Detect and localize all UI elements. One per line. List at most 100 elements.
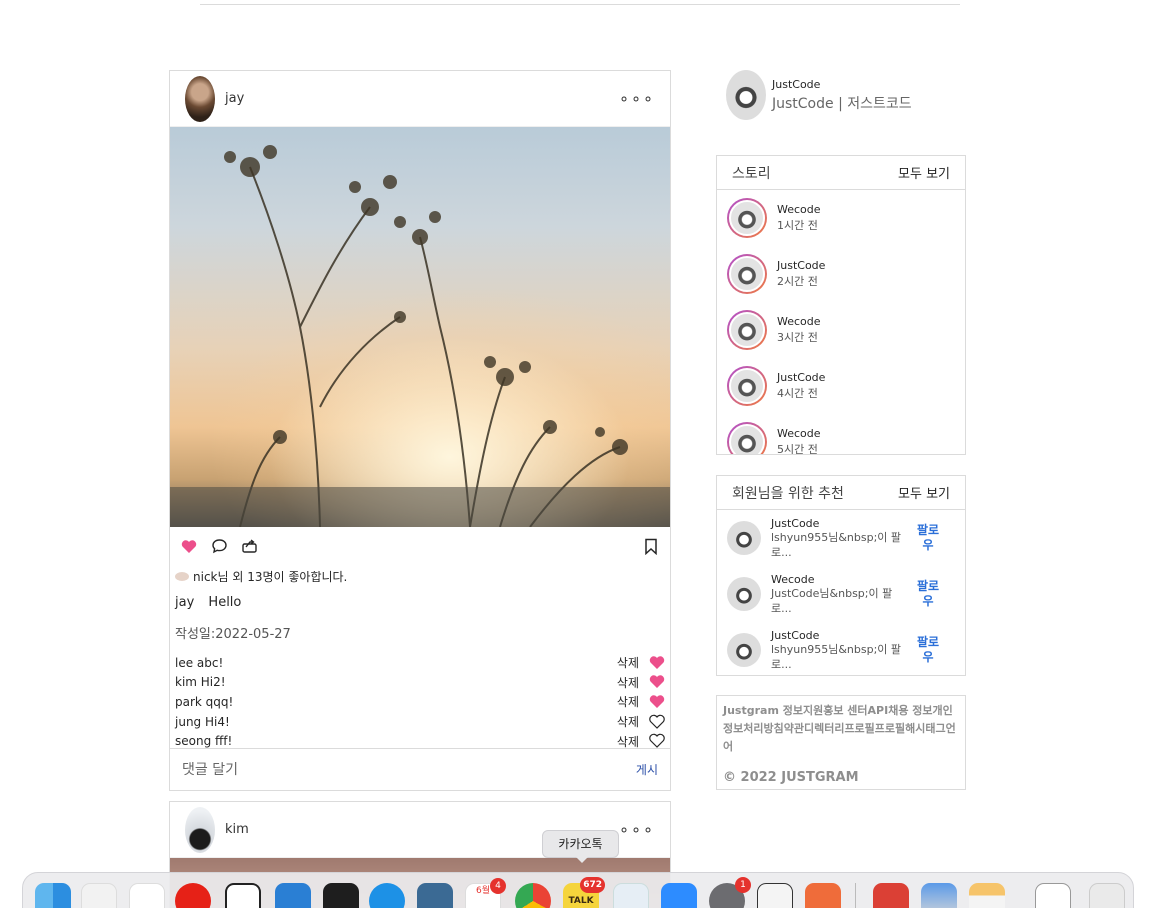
profile-text: JustCode JustCode | 저스트코드: [772, 78, 912, 113]
kakaotalk-icon[interactable]: TALK 672: [563, 877, 605, 908]
post-caption: jay Hello: [170, 587, 670, 617]
delete-comment-button[interactable]: 삭제: [617, 713, 639, 730]
story-time: 5시간 전: [777, 443, 818, 455]
downloads-folder-icon[interactable]: [1035, 883, 1071, 908]
comment-row: lee abc! 삭제: [175, 653, 665, 673]
youtube-icon[interactable]: [175, 883, 211, 908]
todoist-icon[interactable]: [873, 883, 909, 908]
postman-icon[interactable]: [805, 883, 841, 908]
rec-name[interactable]: Wecode: [771, 573, 906, 586]
recommendations-panel: 회원님을 위한 추천 모두 보기 JustCode lshyun955님&nbsp…: [716, 475, 966, 676]
macos-dock: 6월 4 TALK 672 1: [22, 872, 1134, 908]
see-all-stories-button[interactable]: 모두 보기: [898, 163, 950, 182]
likes-text[interactable]: nick님 외 13명이 좋아합니다.: [193, 568, 347, 585]
story-avatar: [727, 254, 767, 294]
avatar[interactable]: [727, 633, 761, 667]
preview-icon[interactable]: [921, 883, 957, 908]
notion-icon[interactable]: [225, 883, 261, 908]
stories-panel: 스토리 모두 보기 Wecode 1시간 전 JustCode 2시간 전 Weco…: [716, 155, 966, 455]
comment-row: kim Hi2! 삭제: [175, 673, 665, 693]
more-options-icon[interactable]: ∘∘∘: [619, 820, 655, 839]
comment-heart-filled-icon[interactable]: [649, 655, 665, 671]
post-actions: [170, 527, 670, 565]
comment-text: park qqq!: [175, 694, 234, 709]
story-name: Wecode: [777, 203, 821, 216]
launchpad-icon[interactable]: [81, 883, 117, 908]
profile-name: JustCode | 저스트코드: [772, 95, 912, 112]
see-all-recommendations-button[interactable]: 모두 보기: [898, 483, 950, 502]
post-username[interactable]: jay: [225, 91, 244, 106]
rec-name[interactable]: JustCode: [771, 629, 906, 642]
vscode-icon[interactable]: [275, 883, 311, 908]
calendar-month: 6월: [475, 886, 490, 896]
dock-divider: [855, 883, 856, 908]
comment-list: lee abc! 삭제 kim Hi2! 삭제 park qqq! 삭제 jun…: [170, 647, 670, 751]
avatar[interactable]: [185, 75, 215, 122]
follow-button[interactable]: 팔로우: [914, 579, 942, 609]
notes-icon[interactable]: [969, 883, 1005, 908]
comment-heart-filled-icon[interactable]: [649, 674, 665, 690]
comment-input[interactable]: [182, 761, 636, 778]
story-item[interactable]: Wecode 1시간 전: [717, 190, 965, 246]
calendar-badge: 4: [490, 878, 506, 894]
follow-button[interactable]: 팔로우: [914, 635, 942, 665]
likes-summary: nick님 외 13명이 좋아합니다.: [170, 565, 670, 587]
rec-desc: lshyun955님&nbsp;이 팔로...: [771, 530, 902, 559]
terminal-icon[interactable]: [323, 883, 359, 908]
delete-comment-button[interactable]: 삭제: [617, 693, 639, 710]
story-avatar: [727, 422, 767, 454]
post-username[interactable]: kim: [225, 822, 249, 837]
footer-links[interactable]: Justgram 정보지원홍보 센터API채용 정보개인정보처리방침약관디렉터리…: [723, 702, 959, 756]
delete-comment-button[interactable]: 삭제: [617, 674, 639, 691]
story-item[interactable]: Wecode 5시간 전: [717, 414, 965, 455]
avatar[interactable]: [727, 577, 761, 611]
comment-text: jung Hi4!: [175, 714, 230, 729]
system-preferences-icon[interactable]: 1: [709, 877, 751, 908]
delete-comment-button[interactable]: 삭제: [617, 654, 639, 671]
follow-button[interactable]: 팔로우: [914, 523, 942, 553]
nav-divider: [200, 4, 960, 5]
avatar[interactable]: [727, 521, 761, 555]
bookmark-icon[interactable]: [642, 537, 660, 555]
dock-tooltip: 카카오톡: [542, 830, 619, 863]
rec-name[interactable]: JustCode: [771, 517, 906, 530]
comment-heart-filled-icon[interactable]: [649, 694, 665, 710]
slack-icon[interactable]: [129, 883, 165, 908]
comment-icon[interactable]: [210, 537, 228, 555]
comment-heart-outline-icon[interactable]: [649, 733, 665, 749]
avatar[interactable]: [185, 806, 215, 853]
comment-text: seong fff!: [175, 734, 233, 749]
liker-avatar: [175, 571, 189, 581]
caption-username[interactable]: jay: [175, 595, 194, 610]
settings-badge: 1: [735, 877, 751, 893]
share-icon[interactable]: [240, 537, 258, 555]
story-time: 4시간 전: [777, 387, 818, 400]
finder-icon[interactable]: [35, 883, 71, 908]
story-item[interactable]: Wecode 3시간 전: [717, 302, 965, 358]
keynote-icon[interactable]: [613, 883, 649, 908]
story-item[interactable]: JustCode 2시간 전: [717, 246, 965, 302]
chrome-icon[interactable]: [515, 883, 551, 908]
profile-id[interactable]: JustCode: [772, 78, 912, 91]
story-avatar: [727, 366, 767, 406]
mysql-workbench-icon[interactable]: [417, 883, 453, 908]
trash-icon[interactable]: [1089, 883, 1125, 908]
rec-desc: JustCode님&nbsp;이 팔로...: [771, 586, 893, 615]
comment-form: 게시: [170, 748, 670, 790]
post-comment-button[interactable]: 게시: [636, 761, 658, 778]
story-time: 3시간 전: [777, 331, 818, 344]
comment-row: park qqq! 삭제: [175, 692, 665, 712]
screenshot-app-icon[interactable]: [757, 883, 793, 908]
avatar[interactable]: [726, 70, 766, 120]
comment-heart-outline-icon[interactable]: [649, 714, 665, 730]
story-name: JustCode: [777, 259, 826, 272]
justgram-feed-page: jay ∘∘∘ nick님 외 13명이 좋아합니다. jay Hello 작성…: [0, 0, 1158, 908]
heart-filled-icon[interactable]: [180, 537, 198, 555]
sidebar-footer: Justgram 정보지원홍보 센터API채용 정보개인정보처리방침약관디렉터리…: [716, 695, 966, 790]
story-name: Wecode: [777, 315, 821, 328]
more-options-icon[interactable]: ∘∘∘: [619, 89, 655, 108]
zoom-icon[interactable]: [661, 883, 697, 908]
calendar-icon[interactable]: 6월 4: [465, 878, 506, 908]
story-item[interactable]: JustCode 4시간 전: [717, 358, 965, 414]
docker-icon[interactable]: [369, 883, 405, 908]
